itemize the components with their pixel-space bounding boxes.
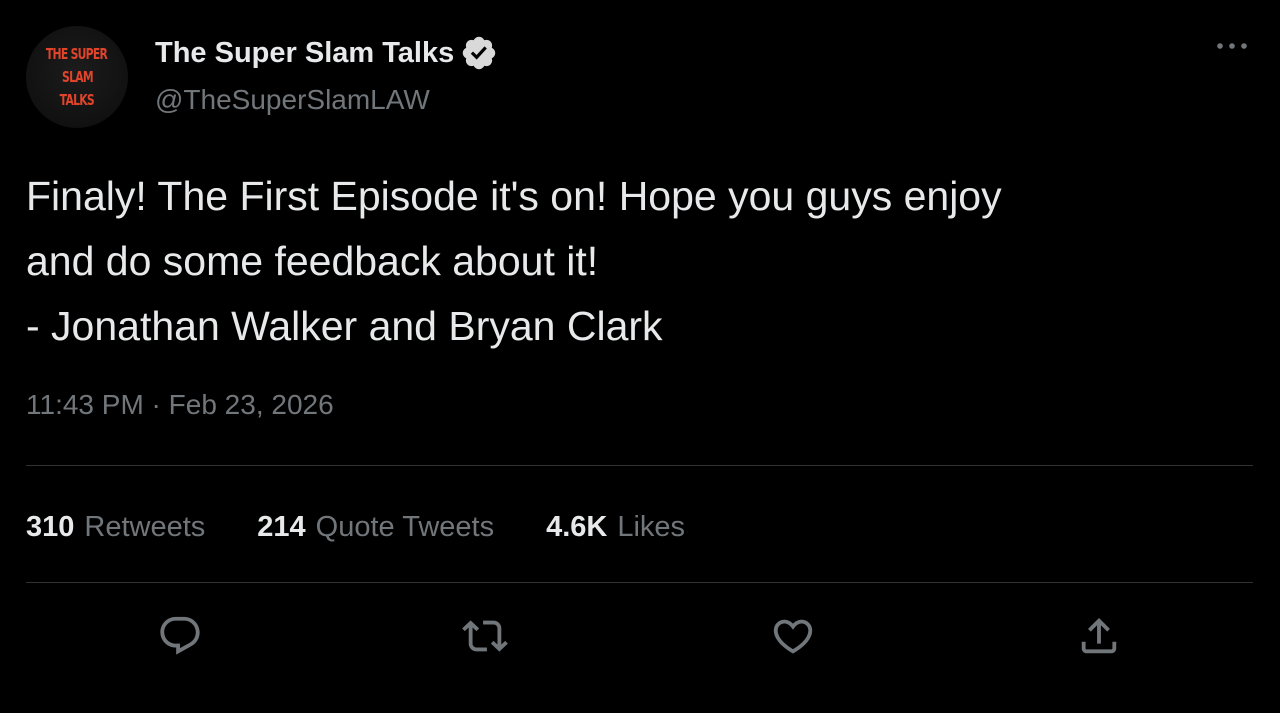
avatar-text-line: THE SUPER xyxy=(46,44,108,63)
quote-tweets-label: Quote Tweets xyxy=(315,510,495,543)
likes-count: 4.6K xyxy=(546,510,608,543)
like-button[interactable] xyxy=(769,612,817,660)
retweet-icon xyxy=(462,620,508,652)
tweet-timestamp[interactable]: 11:43 PM · Feb 23, 2026 xyxy=(26,389,334,421)
quote-tweets-count: 214 xyxy=(257,510,306,543)
verified-badge-icon xyxy=(463,36,496,70)
avatar[interactable]: THE SUPER SLAM TALKS xyxy=(26,26,128,128)
avatar-text-line: SLAM xyxy=(61,67,94,86)
tweet-text-line: and do some feedback about it! xyxy=(26,238,599,284)
retweets-count: 310 xyxy=(26,510,75,543)
likes-label: Likes xyxy=(617,510,686,543)
tweet-text-line: - Jonathan Walker and Bryan Clark xyxy=(26,303,663,349)
display-name[interactable]: The Super Slam Talks xyxy=(155,37,454,70)
author-handle[interactable]: @TheSuperSlamLAW xyxy=(155,84,430,116)
tweet-text: Finaly! The First Episode it's on! Hope … xyxy=(26,164,1256,359)
divider xyxy=(26,582,1253,583)
more-horizontal-icon[interactable] xyxy=(1214,36,1250,56)
share-button[interactable] xyxy=(1075,612,1123,660)
share-icon xyxy=(1081,617,1117,654)
retweet-button[interactable] xyxy=(461,612,509,660)
avatar-text-line: TALKS xyxy=(59,90,95,109)
tweet-text-line: Finaly! The First Episode it's on! Hope … xyxy=(26,173,1002,219)
reply-button[interactable] xyxy=(156,612,204,660)
engagement-stats: 310 Retweets 214 Quote Tweets 4.6K Likes xyxy=(26,506,737,548)
divider xyxy=(26,465,1253,466)
author-name-row: The Super Slam Talks xyxy=(155,33,498,73)
retweets-stat[interactable]: 310 Retweets xyxy=(26,511,205,544)
retweets-label: Retweets xyxy=(84,510,206,543)
heart-icon xyxy=(773,619,813,654)
quote-tweets-stat[interactable]: 214 Quote Tweets xyxy=(257,511,494,544)
likes-stat[interactable]: 4.6K Likes xyxy=(546,511,685,544)
reply-icon xyxy=(160,616,200,655)
